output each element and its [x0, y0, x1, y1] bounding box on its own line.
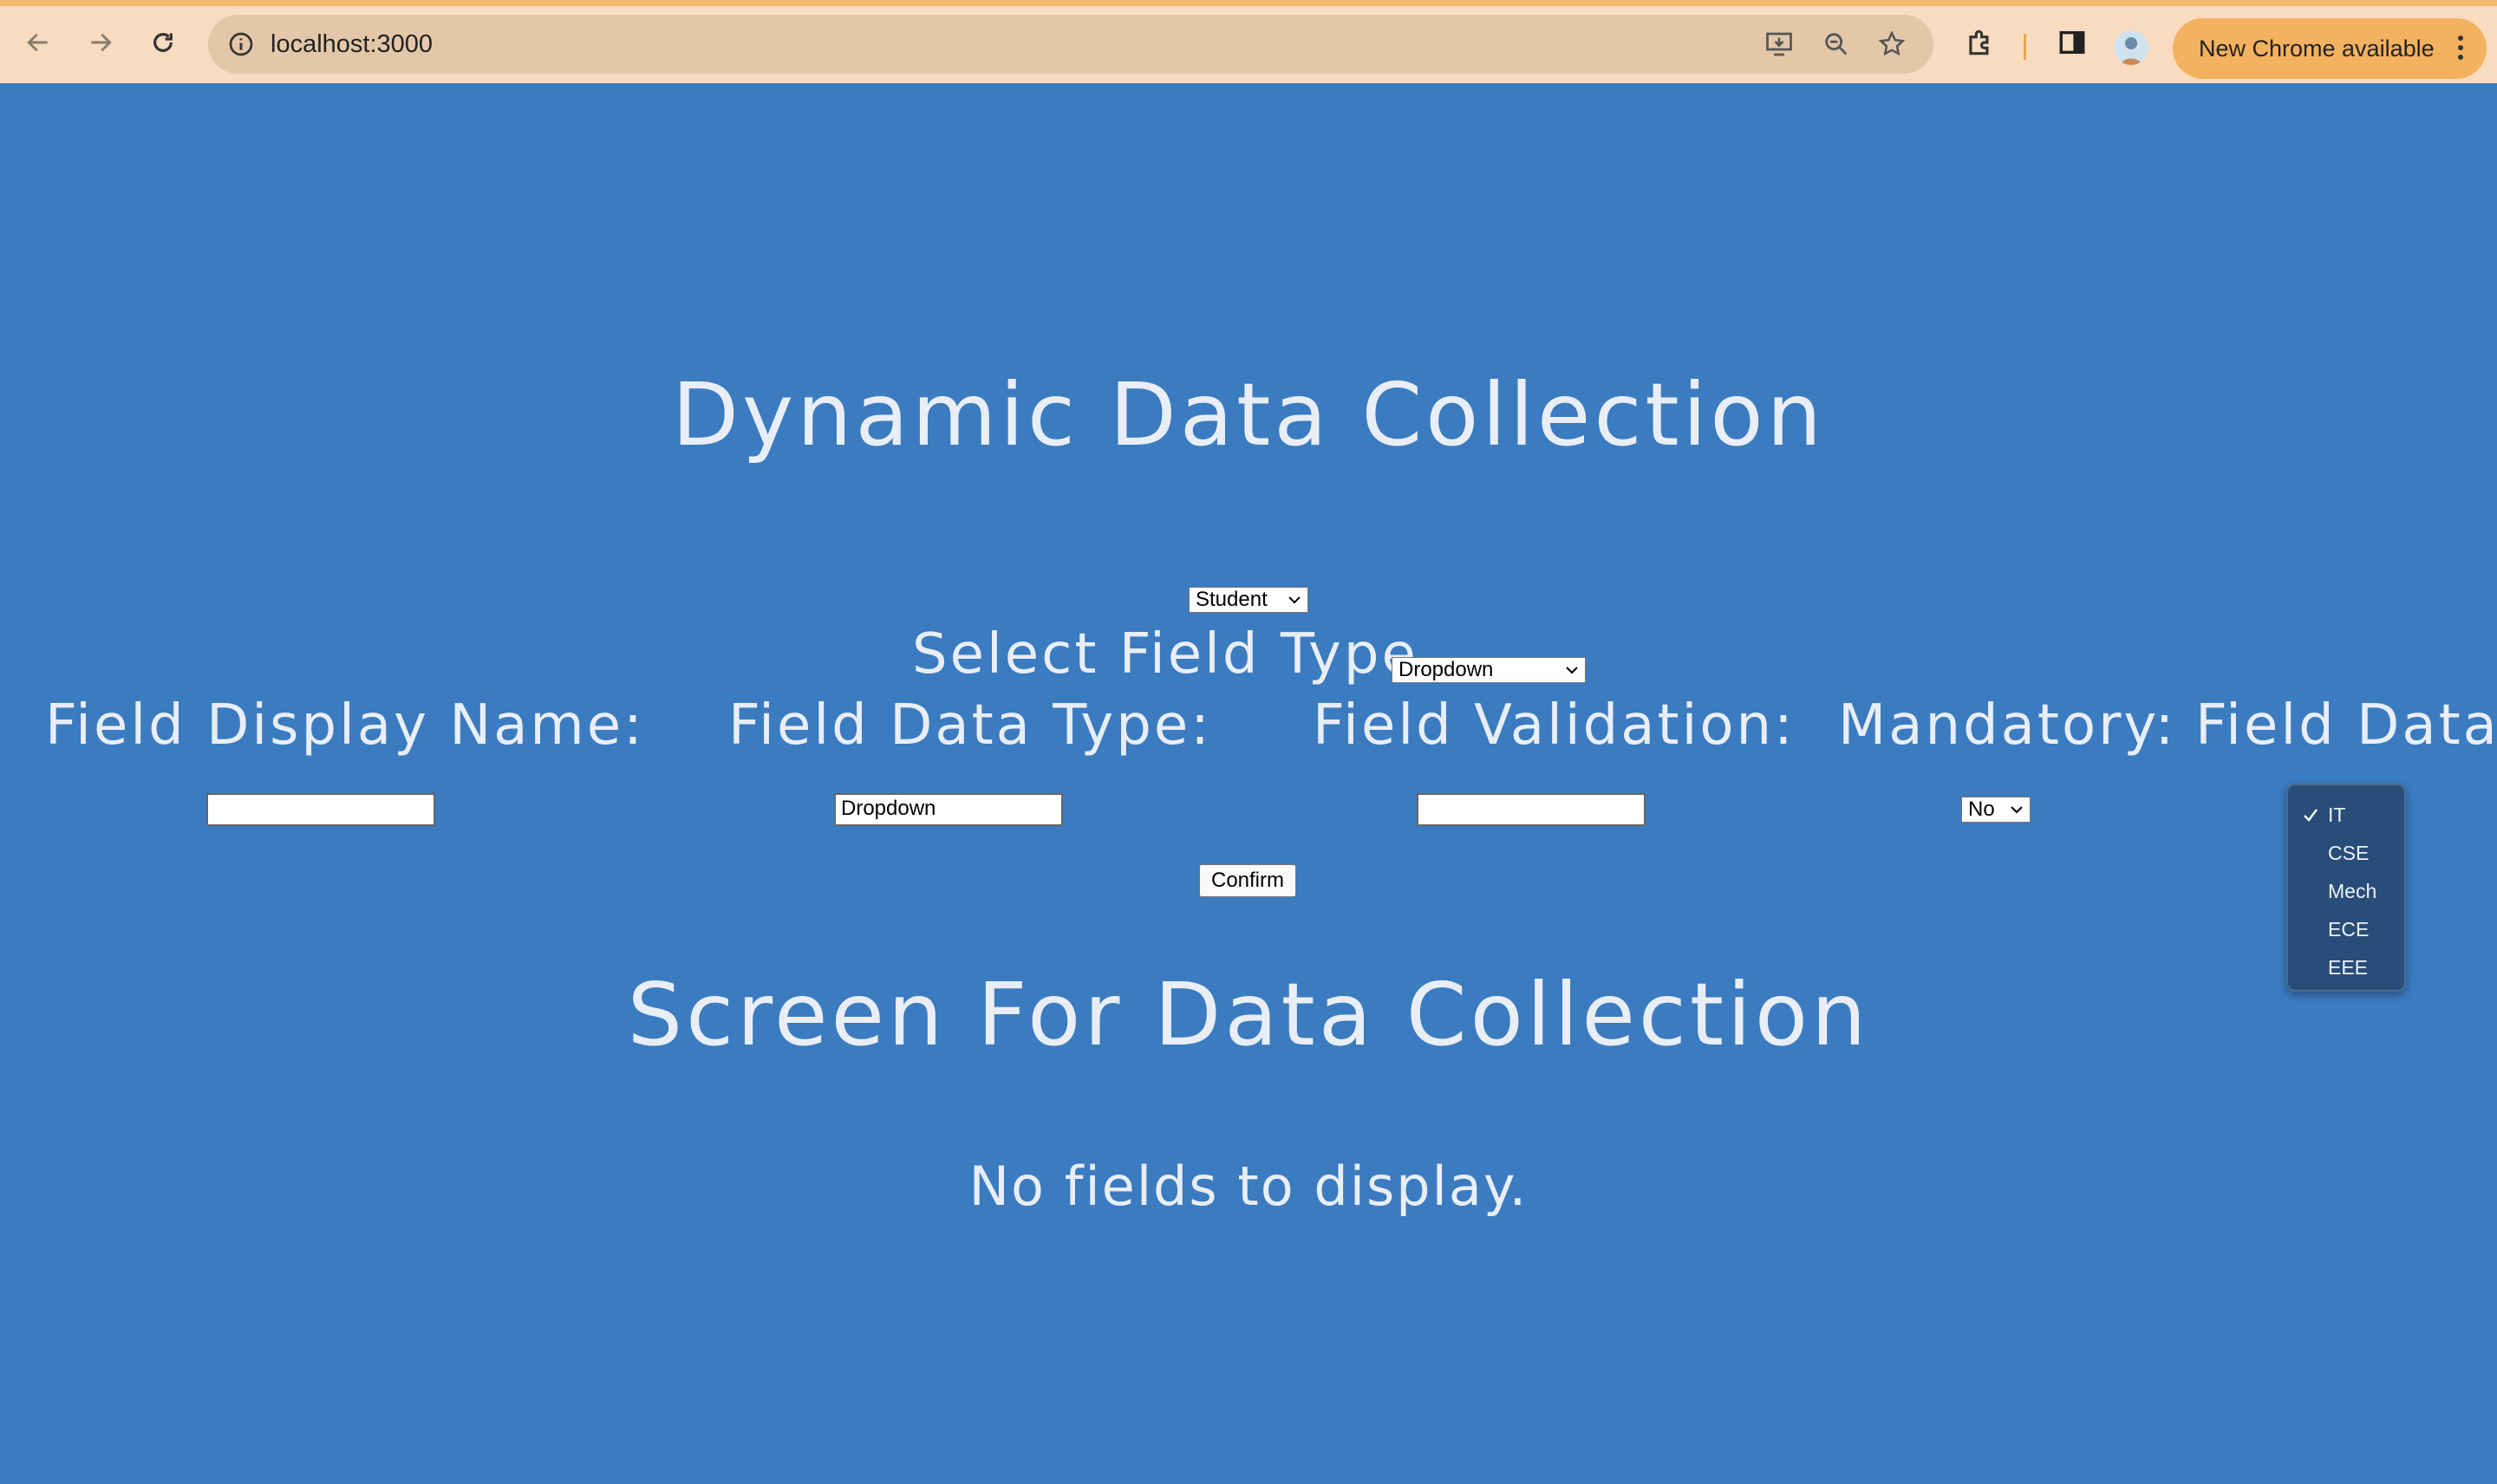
dropdown-option-it[interactable]: IT — [2288, 796, 2404, 834]
bookmark-star-icon[interactable] — [1874, 27, 1909, 62]
new-chrome-available-button[interactable]: New Chrome available — [2173, 18, 2487, 79]
checkmark-icon — [2304, 809, 2318, 822]
back-button[interactable] — [14, 18, 62, 67]
reload-button[interactable] — [139, 18, 187, 67]
more-vert-icon[interactable] — [2457, 36, 2464, 62]
field-data-label: Field Data: — [2195, 693, 2497, 758]
mandatory-select-value: No — [1968, 797, 1995, 821]
chevron-down-icon — [2011, 806, 2023, 814]
chevron-down-icon — [1566, 667, 1578, 674]
address-bar[interactable]: localhost:3000 — [208, 15, 1933, 74]
field-type-select[interactable]: Dropdown — [1392, 657, 1586, 683]
field-data-dropdown-menu: IT CSE Mech ECE EEE — [2286, 784, 2406, 992]
field-display-name-input[interactable] — [206, 793, 435, 826]
install-app-icon[interactable] — [1762, 27, 1796, 62]
forward-button[interactable] — [76, 18, 125, 67]
empty-state-message: No fields to display. — [968, 1155, 1529, 1218]
select-field-type-label: Select Field Type — [912, 622, 1418, 687]
forward-arrow-icon — [91, 33, 112, 52]
back-arrow-icon — [27, 33, 48, 52]
side-panel-icon[interactable] — [2051, 22, 2093, 63]
mandatory-select[interactable]: No — [1961, 797, 2031, 823]
site-info-icon[interactable] — [225, 29, 257, 60]
field-validation-input[interactable] — [1417, 793, 1646, 826]
field-data-type-input[interactable]: Dropdown — [834, 793, 1063, 826]
zoom-icon[interactable] — [1819, 27, 1854, 62]
url-text[interactable]: localhost:3000 — [271, 15, 433, 74]
dropdown-option-ece[interactable]: ECE — [2288, 910, 2404, 948]
dropdown-option-cse[interactable]: CSE — [2288, 834, 2404, 872]
reload-icon — [153, 33, 173, 52]
extensions-icon[interactable] — [1959, 22, 2001, 63]
toolbar-separator — [2024, 34, 2026, 60]
page-title: Dynamic Data Collection — [672, 364, 1825, 465]
update-button-label: New Chrome available — [2199, 36, 2435, 62]
confirm-button[interactable]: Confirm — [1199, 864, 1296, 897]
browser-toolbar: localhost:3000 New Chrome available — [0, 0, 2497, 83]
field-type-select-value: Dropdown — [1398, 658, 1494, 681]
profile-avatar[interactable] — [2114, 30, 2148, 65]
field-data-type-label: Field Data Type: — [728, 693, 1212, 758]
dropdown-option-mech[interactable]: Mech — [2288, 872, 2404, 910]
field-validation-label: Field Validation: — [1313, 693, 1796, 758]
chevron-down-icon — [1288, 596, 1301, 604]
field-display-name-label: Field Display Name: — [45, 693, 645, 758]
entity-select-value: Student — [1196, 588, 1268, 611]
entity-select[interactable]: Student — [1189, 587, 1308, 613]
mandatory-label: Mandatory: — [1838, 693, 2177, 758]
screen-title: Screen For Data Collection — [627, 964, 1870, 1065]
